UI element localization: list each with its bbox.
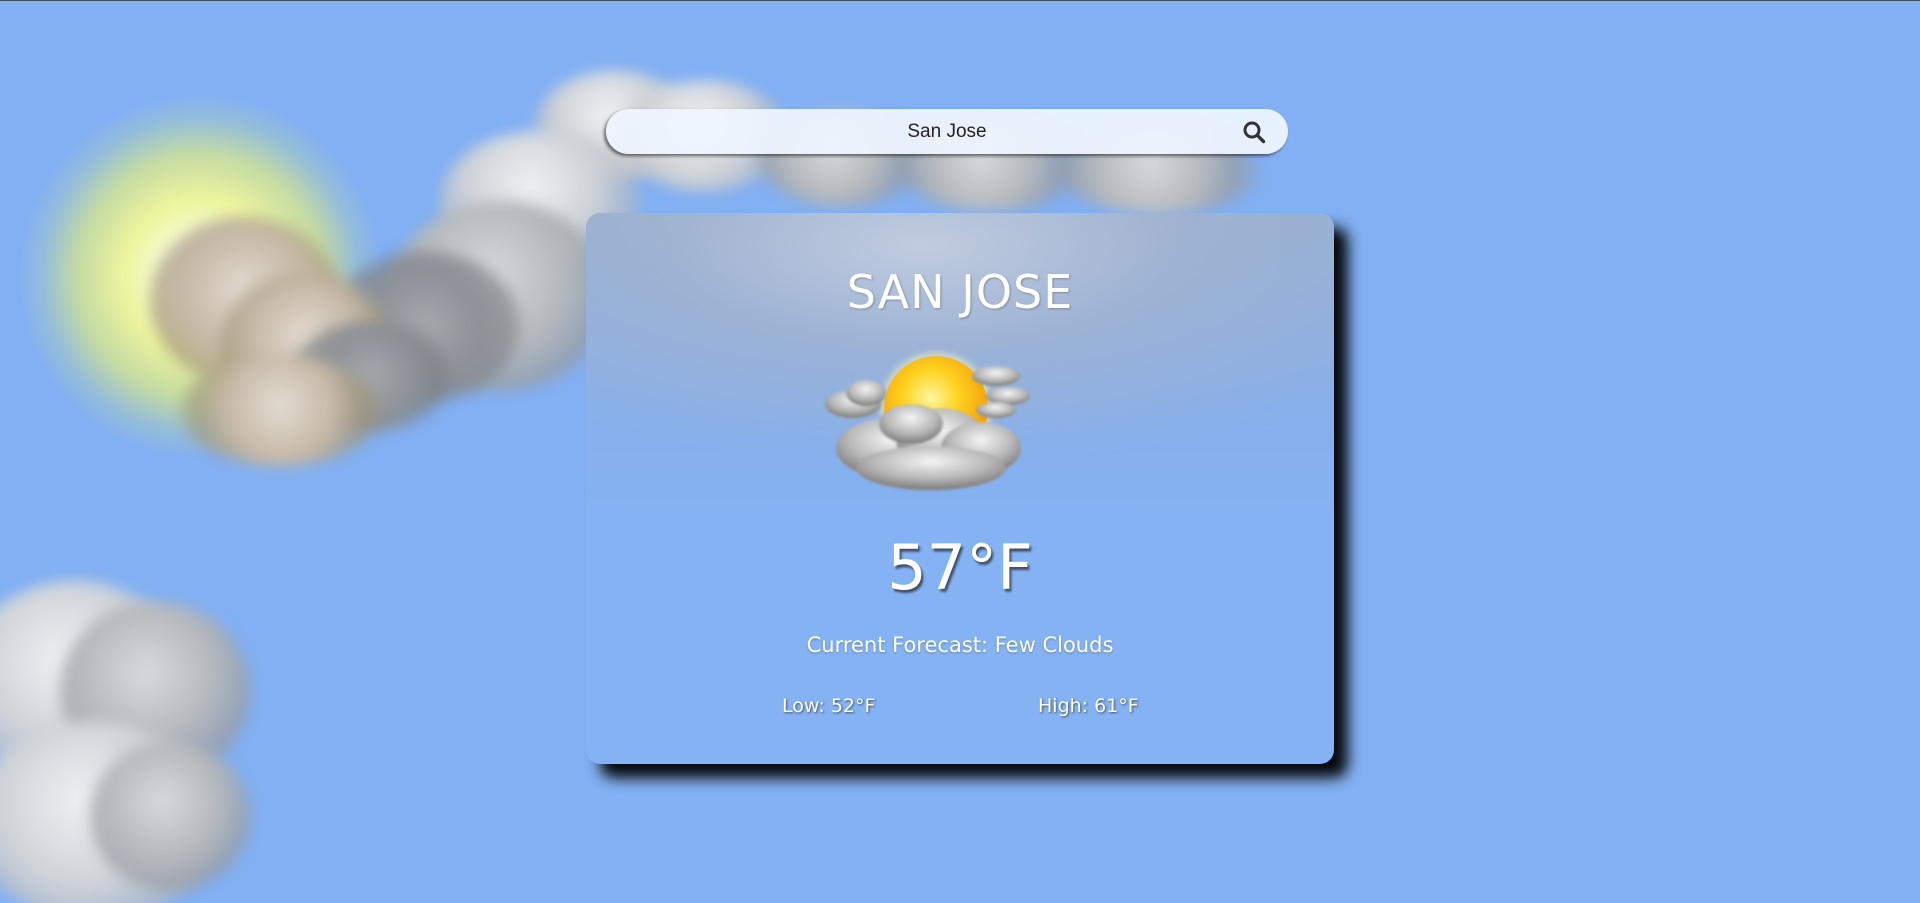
sun-image	[20, 96, 380, 456]
search-input[interactable]	[606, 109, 1288, 154]
city-name: SAN JOSE	[846, 265, 1074, 319]
few-clouds-icon	[825, 352, 1030, 490]
weather-card: SAN JOSE 57°F Current Forecast: Few Clou…	[586, 213, 1334, 764]
low-temperature: Low: 52°F	[782, 695, 876, 717]
current-temperature: 57°F	[887, 531, 1033, 604]
search-bar	[606, 109, 1288, 154]
search-icon[interactable]	[1242, 120, 1266, 144]
forecast-text: Current Forecast: Few Clouds	[806, 633, 1114, 657]
high-temperature: High: 61°F	[1038, 695, 1139, 717]
